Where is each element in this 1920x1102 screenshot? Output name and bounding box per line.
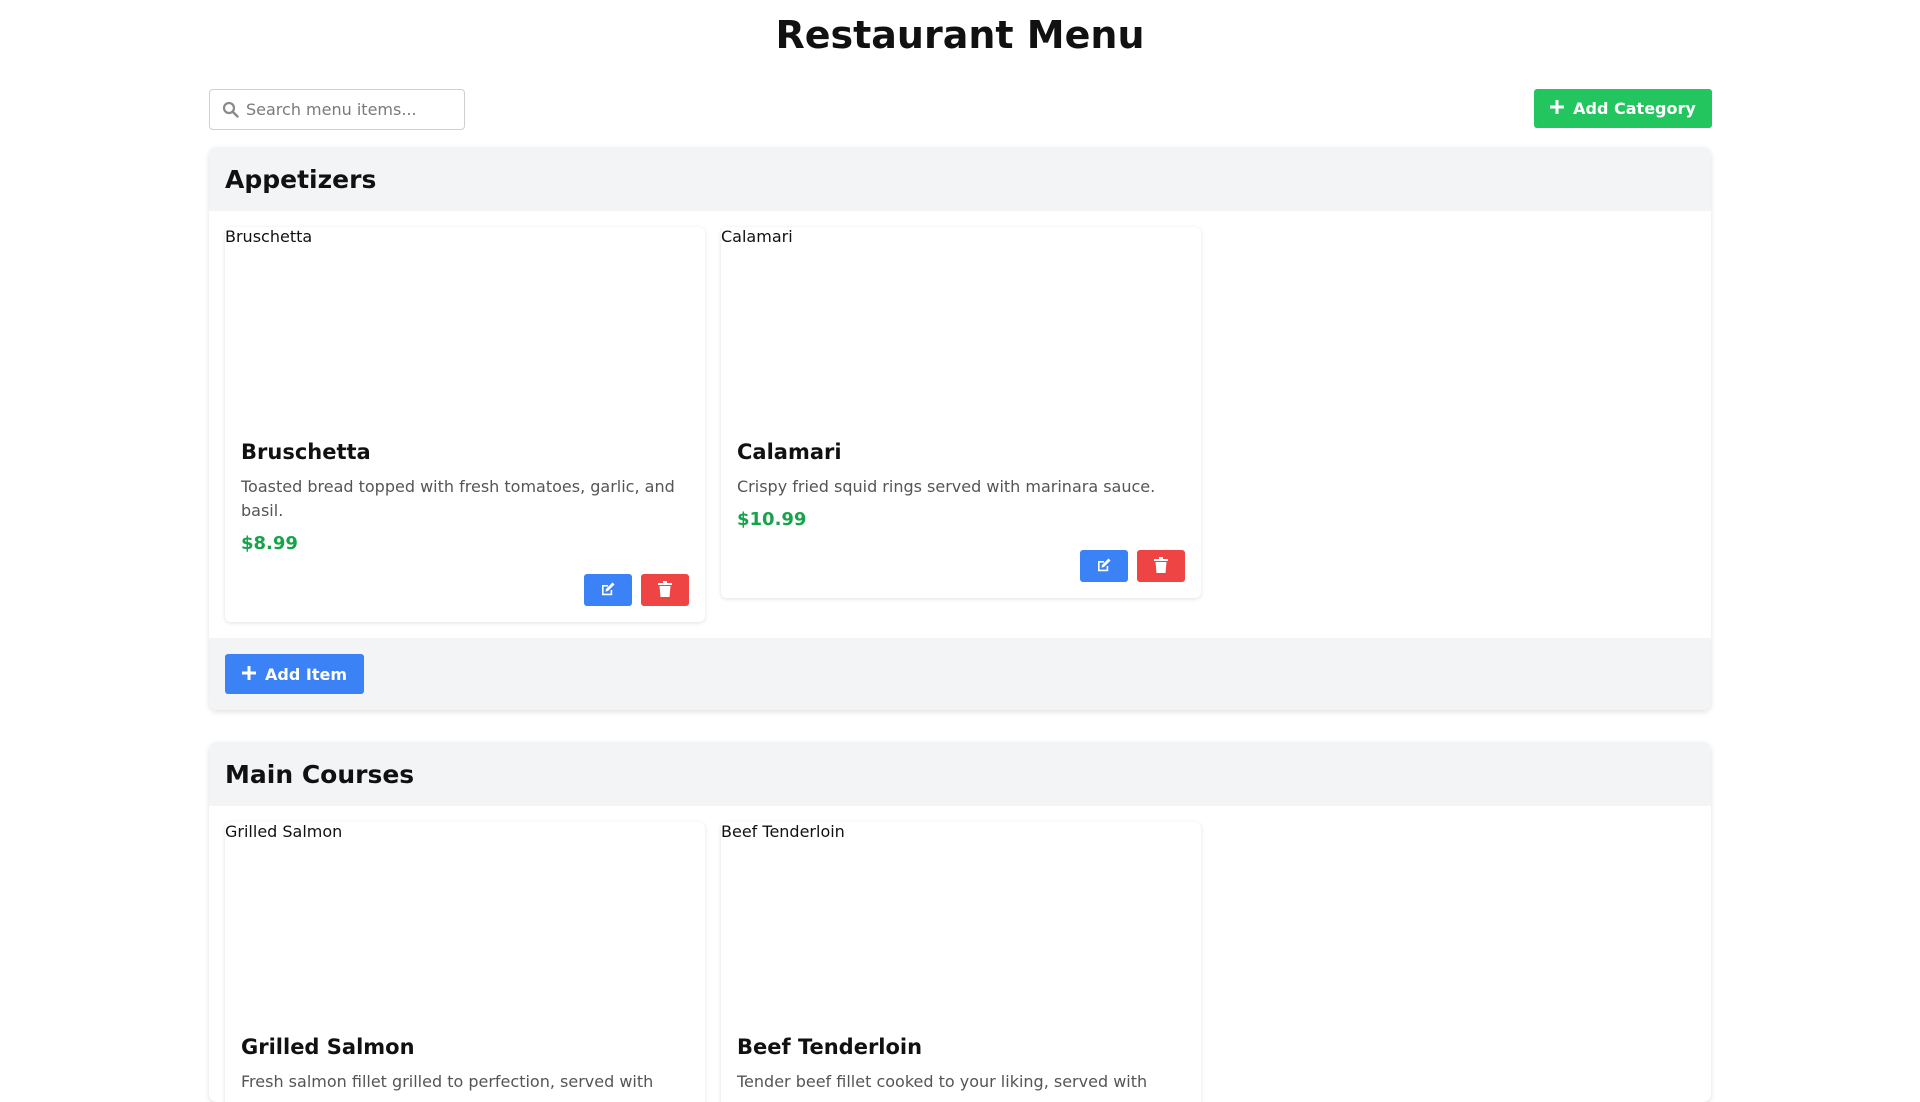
category-title: Main Courses: [225, 759, 415, 789]
delete-item-button[interactable]: [1137, 550, 1185, 582]
item-image: Beef Tenderloin: [721, 822, 845, 841]
trash-icon: [1154, 556, 1168, 576]
item-name: Beef Tenderloin: [737, 1035, 923, 1059]
item-grid: Bruschetta Bruschetta Toasted bread topp…: [209, 211, 1711, 638]
delete-item-button[interactable]: [641, 574, 689, 606]
menu-item-card: Beef Tenderloin Beef Tenderloin Tender b…: [721, 822, 1201, 1102]
plus-icon: [242, 665, 256, 684]
category-appetizers: Appetizers Bruschetta Bruschetta Toasted…: [209, 147, 1711, 710]
item-price: $8.99: [241, 533, 298, 554]
item-image: Calamari: [721, 227, 793, 246]
edit-item-button[interactable]: [584, 574, 632, 606]
add-item-button[interactable]: Add Item: [225, 654, 364, 694]
search-input[interactable]: [246, 90, 460, 129]
edit-icon: [600, 581, 616, 600]
search-box[interactable]: [209, 89, 465, 130]
item-description: Crispy fried squid rings served with mar…: [737, 477, 1156, 496]
edit-item-button[interactable]: [1080, 550, 1128, 582]
category-main-courses: Main Courses Grilled Salmon Grilled Salm…: [209, 742, 1711, 1102]
add-category-label: Add Category: [1573, 99, 1696, 118]
menu-item-card: Grilled Salmon Grilled Salmon Fresh salm…: [225, 822, 705, 1102]
item-price: $10.99: [737, 509, 807, 530]
page-title: Restaurant Menu: [775, 13, 1145, 57]
edit-icon: [1096, 557, 1112, 576]
category-footer: Add Item: [209, 638, 1711, 710]
item-description: Toasted bread topped with fresh tomatoes…: [241, 477, 675, 520]
add-item-label: Add Item: [265, 664, 347, 684]
item-name: Grilled Salmon: [241, 1035, 415, 1059]
category-header: Appetizers: [209, 147, 1711, 211]
plus-icon: [1550, 99, 1565, 118]
item-description: Fresh salmon fillet grilled to perfectio…: [241, 1072, 654, 1091]
menu-item-card: Calamari Calamari Crispy fried squid rin…: [721, 227, 1201, 598]
item-image: Grilled Salmon: [225, 822, 343, 841]
item-name: Bruschetta: [241, 440, 371, 464]
item-image: Bruschetta: [225, 227, 313, 246]
category-title: Appetizers: [225, 164, 377, 194]
item-name: Calamari: [737, 440, 842, 464]
search-icon: [222, 101, 240, 119]
menu-item-card: Bruschetta Bruschetta Toasted bread topp…: [225, 227, 705, 622]
item-grid: Grilled Salmon Grilled Salmon Fresh salm…: [209, 806, 1711, 1102]
add-category-button[interactable]: Add Category: [1534, 89, 1712, 128]
trash-icon: [658, 580, 672, 600]
item-description: Tender beef fillet cooked to your liking…: [737, 1072, 1148, 1091]
category-header: Main Courses: [209, 742, 1711, 806]
